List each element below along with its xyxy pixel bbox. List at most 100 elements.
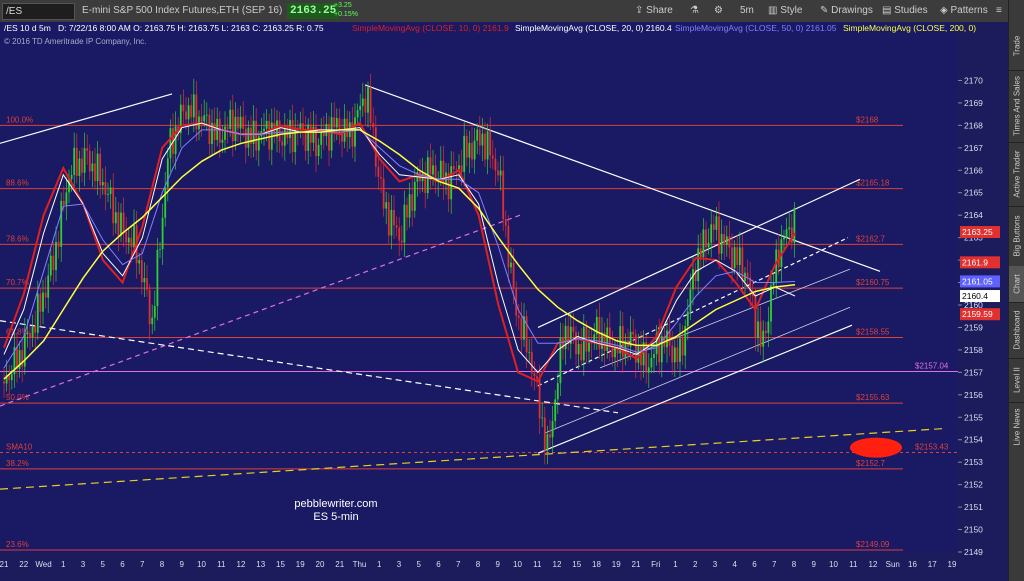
y-tick-label: 2164 <box>964 210 983 220</box>
candle-body <box>712 224 715 230</box>
candle-body <box>94 163 96 182</box>
sidebar-tab-active-trader[interactable]: Active Trader <box>1009 142 1024 206</box>
y-tick-label: 2158 <box>964 345 983 355</box>
menu-icon[interactable]: ≡ <box>996 0 1002 22</box>
y-tick-label: 2167 <box>964 143 983 153</box>
x-tick-label: 6 <box>120 560 125 569</box>
candle-body <box>468 142 471 158</box>
y-tick-label: 2159 <box>964 322 983 332</box>
sma10-level-label: $2153.43 <box>915 443 949 452</box>
study-label-sma50: SimpleMovingAvg (CLOSE, 50, 0) 2161.05 <box>675 23 837 33</box>
sma10-level-name: SMA10 <box>6 443 33 452</box>
fib-value-label: $2168 <box>856 115 879 124</box>
x-tick-label: 7 <box>456 560 461 569</box>
fib-pct-label: 78.6% <box>6 234 29 243</box>
candle-body <box>320 131 323 145</box>
candle-body <box>354 117 356 147</box>
style-button[interactable]: ▥ Style <box>768 0 802 22</box>
candle-body <box>476 129 479 141</box>
studies-button[interactable]: ▤ Studies <box>882 0 928 22</box>
candle-body <box>707 242 710 248</box>
candle-body <box>338 118 341 134</box>
candle-body <box>291 120 294 153</box>
price-marker-label: 2159.59 <box>962 309 993 319</box>
x-tick-label: 4 <box>733 560 738 569</box>
x-tick-label: 19 <box>948 560 957 569</box>
candle-body <box>653 354 655 358</box>
candle-body <box>408 194 411 218</box>
candle-body <box>81 158 83 173</box>
candle-body <box>689 289 692 312</box>
candle-body <box>278 120 281 142</box>
symbol-field[interactable]: /ES <box>2 3 75 20</box>
candle-body <box>151 317 154 325</box>
drawings-button[interactable]: ✎ Drawings <box>820 0 873 22</box>
candle-body <box>731 247 733 269</box>
sidebar-tab-live-news[interactable]: Live News <box>1009 402 1024 452</box>
candle-body <box>146 278 148 290</box>
candle-body <box>572 326 575 333</box>
candle-body <box>439 160 442 180</box>
candle-body <box>512 262 515 289</box>
x-tick-label: 8 <box>160 560 165 569</box>
candle-body <box>403 204 406 243</box>
candle-body <box>47 275 50 298</box>
patterns-button[interactable]: ◈ Patterns <box>940 0 988 22</box>
candle-body <box>70 174 73 179</box>
x-tick-label: 15 <box>276 560 285 569</box>
interval-button[interactable]: 5m <box>740 0 754 22</box>
candle-body <box>395 225 398 228</box>
share-label: Share <box>646 5 673 16</box>
sidebar-tab-level-ii[interactable]: Level II <box>1009 358 1024 402</box>
candle-body <box>83 148 86 173</box>
last-price: 2163.25 <box>287 3 340 19</box>
candle-body <box>192 94 195 118</box>
sidebar-tab-chart[interactable]: Chart <box>1009 266 1024 302</box>
candle-body <box>385 202 388 209</box>
flask-icon[interactable]: ⚗ <box>690 0 699 22</box>
candle-body <box>335 118 338 128</box>
candle-body <box>244 128 247 148</box>
sidebar-tab-big-buttons[interactable]: Big Buttons <box>1009 206 1024 266</box>
x-tick-label: 11 <box>533 560 542 569</box>
candle-body <box>104 182 107 195</box>
share-icon: ⇪ <box>635 5 647 16</box>
candle-body <box>49 255 52 276</box>
candle-body <box>770 285 772 322</box>
candle-body <box>265 120 268 129</box>
candle-body <box>205 114 208 116</box>
candle-body <box>315 126 317 157</box>
candle-body <box>130 237 133 248</box>
candle-body <box>580 343 583 361</box>
candle-body <box>283 128 286 146</box>
price-marker-label: 2161.05 <box>962 276 993 286</box>
y-tick-label: 2156 <box>964 390 983 400</box>
candle-body <box>26 333 29 334</box>
x-tick-label: 11 <box>217 560 226 569</box>
sidebar-tab-trade[interactable]: Trade <box>1009 22 1024 70</box>
candle-body <box>34 326 37 333</box>
candle-body <box>442 160 445 185</box>
candle-body <box>109 187 112 195</box>
sidebar-tab-dashboard[interactable]: Dashboard <box>1009 302 1024 358</box>
candle-body <box>307 124 310 151</box>
candle-body <box>720 233 723 254</box>
study-label-sma200: SimpleMovingAvg (CLOSE, 200, 0) <box>843 23 976 33</box>
candle-body <box>546 434 549 451</box>
fib-value-label: $2160.75 <box>856 278 890 287</box>
sidebar-tab-times-and-sales[interactable]: Times And Sales <box>1009 70 1024 142</box>
price-chart[interactable]: 100.0% $216888.6% $2165.1878.6% $2162.770.7… <box>0 22 1008 581</box>
candle-body <box>491 155 494 159</box>
candle-body <box>549 434 551 438</box>
fib-value-label: $2162.7 <box>856 234 885 243</box>
candle-body <box>767 321 770 334</box>
studies-label: Studies <box>894 5 928 16</box>
candle-body <box>764 330 767 334</box>
candle-body <box>575 332 577 355</box>
candle-body <box>374 127 377 167</box>
fib-value-label: $2149.09 <box>856 540 890 549</box>
settings-icon[interactable]: ⚙ <box>714 0 723 22</box>
candle-body <box>762 330 765 347</box>
share-button[interactable]: ⇪ Share <box>635 0 673 22</box>
x-tick-label: 19 <box>612 560 621 569</box>
